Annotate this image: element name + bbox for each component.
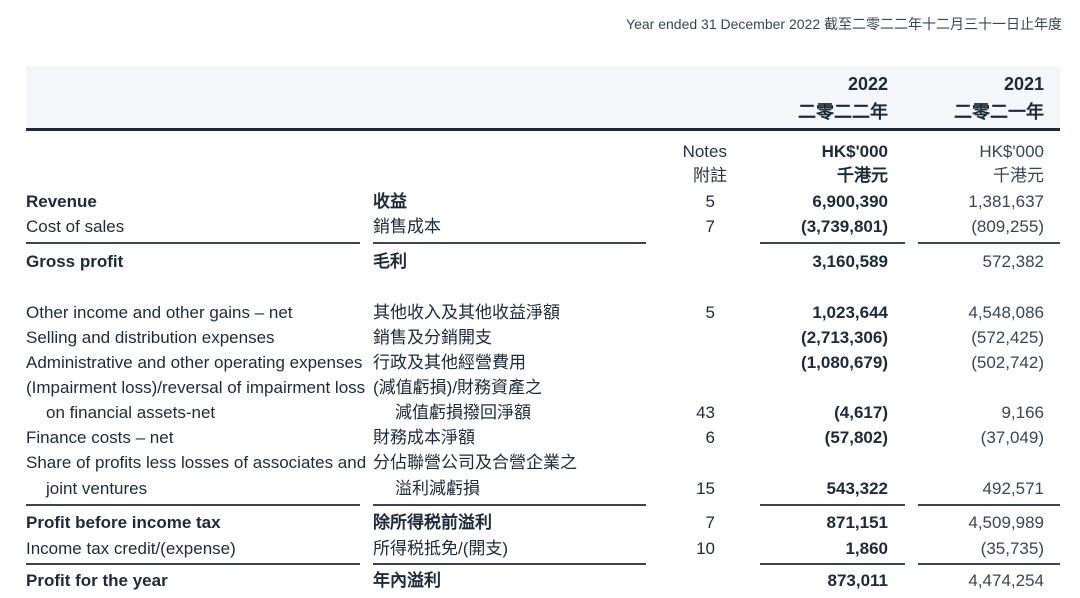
row-label-en: (Impairment loss)/reversal of impairment… bbox=[26, 378, 366, 397]
row-label-en: joint ventures bbox=[46, 479, 148, 498]
divider bbox=[373, 504, 646, 506]
row-value-2021: (37,049) bbox=[980, 428, 1044, 447]
row-label-zh: 收益 bbox=[373, 192, 407, 211]
row-value-2022: (57,802) bbox=[824, 428, 888, 447]
row-value-2022: 3,160,589 bbox=[812, 252, 888, 271]
divider bbox=[918, 563, 1060, 565]
divider bbox=[760, 504, 905, 506]
notes-en: Notes bbox=[682, 142, 727, 161]
unit-header-2022: HK$'000 千港元 bbox=[822, 140, 888, 188]
row-note: 7 bbox=[705, 217, 715, 236]
row-value-2021: (502,742) bbox=[971, 353, 1044, 372]
row-value-2022: 871,151 bbox=[826, 513, 888, 532]
row-label-zh: 行政及其他經營費用 bbox=[373, 353, 526, 372]
row-note: 43 bbox=[696, 403, 715, 422]
row-label-zh: 除所得税前溢利 bbox=[373, 513, 492, 532]
row-value-2022: (3,739,801) bbox=[801, 217, 888, 236]
row-label-zh: 銷售及分銷開支 bbox=[373, 328, 492, 347]
row-value-2021: 4,509,989 bbox=[968, 513, 1044, 532]
year-2021: 2021 bbox=[1003, 74, 1044, 94]
header-rule bbox=[26, 128, 1060, 131]
year-2021-zh: 二零二一年 bbox=[954, 102, 1044, 122]
row-label-en: Profit before income tax bbox=[26, 513, 221, 532]
row-label-zh: 財務成本淨額 bbox=[373, 428, 475, 447]
row-label-zh: (減值虧損)/財務資產之 bbox=[373, 378, 543, 397]
row-note: 7 bbox=[705, 513, 715, 532]
row-value-2022: 543,322 bbox=[826, 479, 888, 498]
row-value-2021: 572,382 bbox=[982, 252, 1044, 271]
row-note: 10 bbox=[696, 539, 715, 558]
divider bbox=[26, 504, 360, 506]
row-label-zh: 減值虧損撥回淨額 bbox=[395, 403, 531, 422]
row-label-zh: 年內溢利 bbox=[373, 571, 441, 590]
row-value-2021: (809,255) bbox=[971, 217, 1044, 236]
column-header-2021: 2021 二零二一年 bbox=[954, 70, 1044, 126]
year-2022-zh: 二零二二年 bbox=[798, 102, 888, 122]
row-value-2021: (572,425) bbox=[971, 328, 1044, 347]
row-label-zh: 所得税抵免/(開支) bbox=[373, 539, 509, 558]
notes-zh: 附註 bbox=[693, 166, 727, 185]
period-label: Year ended 31 December 2022 截至二零二二年十二月三十… bbox=[626, 16, 1062, 32]
row-label-en: Income tax credit/(expense) bbox=[26, 539, 236, 558]
row-note: 5 bbox=[705, 192, 715, 211]
divider bbox=[26, 563, 360, 565]
table-header-band bbox=[26, 66, 1060, 128]
row-value-2022: (4,617) bbox=[834, 403, 888, 422]
unit-header-2021: HK$'000 千港元 bbox=[979, 140, 1044, 188]
unit-en-2021: HK$'000 bbox=[979, 142, 1044, 161]
row-value-2021: 1,381,637 bbox=[968, 192, 1044, 211]
row-label-en: Finance costs – net bbox=[26, 428, 174, 447]
row-label-en: Administrative and other operating expen… bbox=[26, 353, 363, 372]
unit-zh-2022: 千港元 bbox=[837, 166, 888, 185]
row-value-2021: (35,735) bbox=[980, 539, 1044, 558]
row-label-zh: 溢利減虧損 bbox=[395, 479, 480, 498]
row-label-zh: 其他收入及其他收益淨額 bbox=[373, 303, 560, 322]
notes-header: Notes 附註 bbox=[683, 140, 727, 188]
row-note: 15 bbox=[696, 479, 715, 498]
row-label-en: Gross profit bbox=[26, 252, 124, 271]
row-label-zh: 毛利 bbox=[373, 252, 407, 271]
divider bbox=[26, 242, 360, 244]
row-note: 6 bbox=[705, 428, 715, 447]
row-label-en: Other income and other gains – net bbox=[26, 303, 293, 322]
unit-en-2022: HK$'000 bbox=[821, 142, 888, 161]
row-value-2021: 4,548,086 bbox=[968, 303, 1044, 322]
row-label-en: Cost of sales bbox=[26, 217, 125, 236]
row-value-2021: 9,166 bbox=[1001, 403, 1044, 422]
divider bbox=[373, 242, 646, 244]
row-label-en: on financial assets-net bbox=[46, 403, 216, 422]
row-value-2022: 6,900,390 bbox=[812, 192, 888, 211]
row-value-2022: 873,011 bbox=[827, 571, 888, 590]
divider bbox=[373, 563, 646, 565]
divider bbox=[760, 563, 905, 565]
unit-zh-2021: 千港元 bbox=[993, 166, 1044, 185]
row-value-2022: 1,023,644 bbox=[812, 303, 888, 322]
column-header-2022: 2022 二零二二年 bbox=[798, 70, 888, 126]
row-value-2021: 4,474,254 bbox=[968, 571, 1044, 590]
divider bbox=[918, 504, 1060, 506]
year-2022: 2022 bbox=[847, 74, 888, 94]
row-label-en: Share of profits less losses of associat… bbox=[26, 453, 367, 472]
row-value-2022: (2,713,306) bbox=[801, 328, 888, 347]
row-label-en: Selling and distribution expenses bbox=[26, 328, 275, 347]
row-note: 5 bbox=[705, 303, 715, 322]
row-label-en: Profit for the year bbox=[26, 571, 168, 590]
row-label-en: Revenue bbox=[26, 192, 97, 211]
row-label-zh: 分佔聯營公司及合營企業之 bbox=[373, 453, 577, 472]
row-value-2022: 1,860 bbox=[845, 539, 888, 558]
row-value-2021: 492,571 bbox=[982, 479, 1044, 498]
divider bbox=[760, 242, 905, 244]
row-value-2022: (1,080,679) bbox=[801, 353, 888, 372]
row-label-zh: 銷售成本 bbox=[373, 217, 441, 236]
divider bbox=[918, 242, 1060, 244]
